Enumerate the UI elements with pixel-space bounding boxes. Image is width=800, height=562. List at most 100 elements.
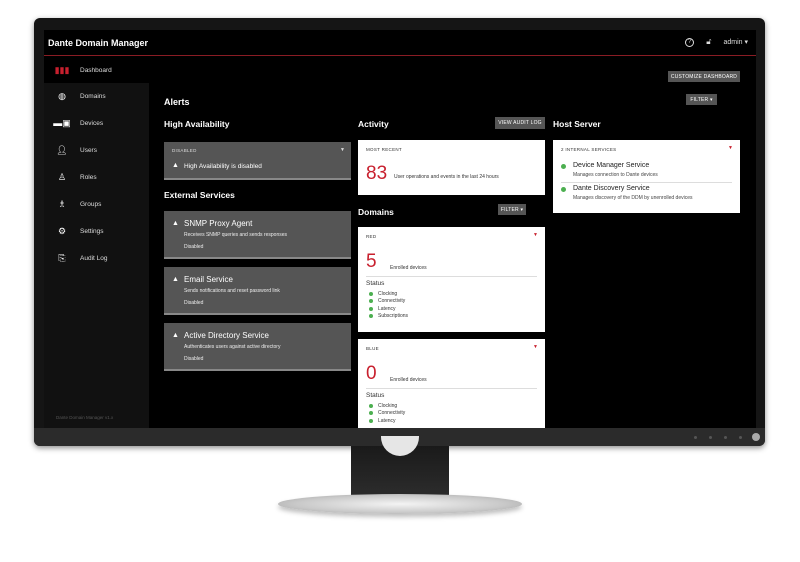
chevron-down-icon[interactable]: ▼ — [340, 147, 345, 153]
service-state: Disabled — [184, 300, 204, 306]
globe-icon: ◍ — [58, 90, 66, 101]
warning-icon: ▲ — [172, 220, 179, 227]
monitor-stand-base — [278, 494, 522, 514]
sidebar-item-label: Audit Log — [80, 254, 108, 262]
view-audit-log-button[interactable]: VIEW AUDIT LOG — [495, 117, 545, 129]
status-item: Latency — [369, 305, 408, 313]
activity-card-label: MOST RECENT — [366, 147, 402, 152]
divider — [366, 388, 537, 389]
sidebar-item-label: Settings — [80, 227, 104, 235]
sidebar-item-groups[interactable]: ♗ Groups — [44, 191, 149, 217]
high-availability-title: High Availability — [164, 119, 230, 129]
sidebar-item-roles[interactable]: ♙ Roles — [44, 164, 149, 190]
unlock-icon[interactable]: 🔓︎ — [706, 37, 711, 47]
chevron-down-icon[interactable]: ▼ — [533, 344, 538, 350]
domain-device-count: 0 — [366, 363, 377, 384]
sidebar-item-label: Roles — [80, 173, 97, 181]
sidebar-item-audit-log[interactable]: ⎘ Audit Log — [44, 245, 149, 271]
domains-title: Domains — [358, 207, 394, 217]
activity-count: 83 — [366, 163, 388, 184]
service-name: Dante Discovery Service — [573, 185, 650, 192]
status-item: Connectivity — [369, 298, 408, 306]
ha-message: High Availability is disabled — [184, 163, 262, 170]
chevron-down-icon[interactable]: ▼ — [728, 145, 733, 151]
monitor-stand-neck — [351, 436, 449, 496]
service-name: Active Directory Service — [184, 331, 269, 340]
chevron-down-icon[interactable]: ▼ — [533, 232, 538, 238]
status-ok-icon — [369, 418, 373, 423]
top-bar: Dante Domain Manager ? 🔓︎ admin ▾ — [44, 30, 756, 56]
status-list: Clocking Connectivity Latency — [369, 402, 405, 425]
activity-card: MOST RECENT 83 User operations and event… — [358, 140, 545, 195]
email-service-card: ▲ Email Service Sends notifications and … — [164, 267, 351, 315]
help-icon[interactable]: ? — [685, 37, 695, 47]
status-ok-icon — [369, 403, 373, 408]
status-ok-icon — [561, 187, 566, 192]
sidebar-item-devices[interactable]: ▬▣ Devices — [44, 110, 149, 136]
status-ok-icon — [369, 306, 373, 311]
status-ok-icon — [369, 299, 373, 304]
service-desc: Receives SNMP queries and sends response… — [184, 232, 288, 238]
group-icon: ♗ — [57, 198, 67, 209]
status-title: Status — [366, 280, 385, 287]
alerts-title: Alerts — [164, 97, 190, 107]
service-state: Disabled — [184, 244, 204, 250]
activity-title: Activity — [358, 119, 389, 129]
sidebar-item-label: Users — [80, 146, 97, 154]
service-state: Disabled — [184, 356, 204, 362]
sidebar-item-dashboard[interactable]: ▮▮▮ Dashboard — [44, 57, 149, 83]
status-list: Clocking Connectivity Latency Subscripti… — [369, 290, 408, 320]
status-title: Status — [366, 392, 385, 399]
service-name: SNMP Proxy Agent — [184, 219, 253, 228]
divider — [561, 182, 732, 183]
bar-chart-icon: ▮▮▮ — [54, 64, 70, 75]
ha-status-label: DISABLED — [172, 148, 197, 153]
status-item: Clocking — [369, 290, 408, 298]
external-services-title: External Services — [164, 190, 235, 200]
sidebar-item-settings[interactable]: ⚙ Settings — [44, 218, 149, 244]
domain-name: RED — [366, 234, 377, 239]
service-desc: Authenticates users against active direc… — [184, 344, 281, 350]
sidebar-item-domains[interactable]: ◍ Domains — [44, 83, 149, 109]
devices-icon: ▬▣ — [53, 117, 71, 128]
audit-log-icon: ⎘ — [58, 252, 66, 263]
host-server-card: 2 INTERNAL SERVICES ▼ Device Manager Ser… — [553, 140, 740, 213]
warning-icon: ▲ — [172, 276, 179, 283]
role-icon: ♙ — [57, 171, 67, 182]
service-desc: Manages discovery of the DDM by unenroll… — [573, 195, 693, 201]
status-item: Latency — [369, 417, 405, 425]
monitor-buttons — [694, 436, 742, 439]
power-icon — [752, 433, 760, 441]
domain-name: BLUE — [366, 346, 379, 351]
domain-device-count: 5 — [366, 251, 377, 272]
sidebar-item-label: Dashboard — [80, 66, 112, 74]
user-menu[interactable]: admin ▾ — [723, 38, 748, 46]
domain-count-label: Enrolled devices — [390, 377, 427, 383]
service-desc: Manages connection to Dante devices — [573, 172, 658, 178]
status-ok-icon — [369, 411, 373, 416]
version-label: Dante Domain Manager v1.x — [56, 415, 114, 420]
sidebar: ▮▮▮ Dashboard ◍ Domains ▬▣ Devices 👤︎ Us… — [44, 57, 149, 428]
host-server-title: Host Server — [553, 119, 601, 129]
domain-card-red[interactable]: RED ▼ 5 Enrolled devices Status Clocking… — [358, 227, 545, 332]
dashboard-main: CUSTOMIZE DASHBOARD Alerts FILTER ▾ High… — [149, 57, 756, 428]
active-directory-service-card: ▲ Active Directory Service Authenticates… — [164, 323, 351, 371]
sidebar-item-users[interactable]: 👤︎ Users — [44, 137, 149, 163]
activity-desc: User operations and events in the last 2… — [394, 174, 499, 180]
status-item: Subscriptions — [369, 313, 408, 321]
screen: Dante Domain Manager ? 🔓︎ admin ▾ ▮▮▮ Da… — [44, 30, 756, 428]
domain-card-blue[interactable]: BLUE ▼ 0 Enrolled devices Status Clockin… — [358, 339, 545, 428]
high-availability-card: DISABLED ▼ ▲ High Availability is disabl… — [164, 142, 351, 180]
settings-icon: ⚙ — [57, 225, 67, 236]
status-ok-icon — [369, 291, 373, 296]
service-name: Email Service — [184, 275, 233, 284]
domains-filter-button[interactable]: FILTER ▾ — [498, 204, 526, 215]
service-name: Device Manager Service — [573, 162, 650, 169]
status-ok-icon — [369, 314, 373, 319]
divider — [366, 276, 537, 277]
user-icon: 👤︎ — [56, 144, 68, 155]
alerts-filter-button[interactable]: FILTER ▾ — [686, 94, 717, 105]
app-title: Dante Domain Manager — [48, 38, 149, 48]
customize-dashboard-button[interactable]: CUSTOMIZE DASHBOARD — [668, 71, 740, 82]
sidebar-item-label: Devices — [80, 119, 104, 127]
